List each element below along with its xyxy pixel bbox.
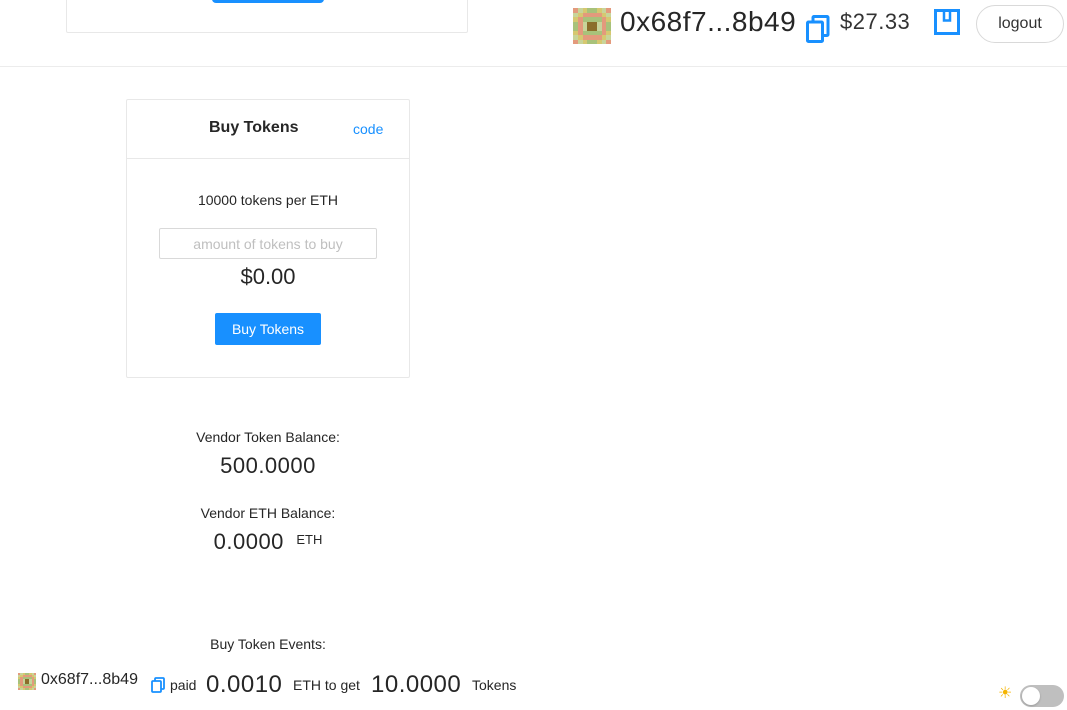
- account-address: 0x68f7...8b49: [620, 6, 797, 37]
- event-eth-amount: 0.0010: [206, 671, 283, 698]
- theme-toggle[interactable]: [1020, 685, 1064, 707]
- vendor-token-balance: 500.0000: [220, 453, 316, 478]
- account-balance: $27.33: [840, 9, 911, 34]
- event-avatar: [18, 673, 36, 690]
- event-token-amount: 10.0000: [371, 671, 462, 698]
- buy-tokens-button[interactable]: Buy Tokens: [215, 313, 321, 345]
- tokens-amount-input[interactable]: [159, 228, 377, 259]
- previous-card: [66, 0, 468, 33]
- vendor-token-balance-label: Vendor Token Balance:: [196, 429, 340, 445]
- events-title: Buy Token Events:: [210, 636, 326, 652]
- vendor-eth-balance-row: 0.0000 ETH: [126, 529, 410, 555]
- copy-icon[interactable]: [806, 15, 830, 43]
- buy-tokens-card: Buy Tokens code 10000 tokens per ETH $0.…: [126, 99, 410, 378]
- vendor-eth-unit: ETH: [296, 532, 323, 547]
- event-token-label: Tokens: [472, 677, 517, 693]
- header-divider: [0, 66, 1067, 67]
- copy-icon[interactable]: [151, 677, 165, 693]
- card-title: Buy Tokens: [209, 119, 299, 136]
- event-paid-label: paid: [170, 677, 197, 693]
- wallet-icon[interactable]: [934, 9, 960, 35]
- code-link[interactable]: code: [353, 121, 383, 137]
- previous-card-button[interactable]: [212, 0, 324, 3]
- usd-value: $0.00: [240, 264, 296, 289]
- event-eth-label: ETH to get: [293, 677, 360, 693]
- event-address: 0x68f7...8b49: [41, 671, 138, 688]
- vendor-eth-balance: 0.0000: [213, 529, 284, 554]
- toggle-knob[interactable]: [1022, 687, 1040, 705]
- avatar: [573, 8, 611, 44]
- logout-button[interactable]: logout: [976, 5, 1064, 43]
- vendor-eth-balance-label: Vendor ETH Balance:: [200, 505, 336, 521]
- token-rate: 10000 tokens per ETH: [197, 192, 339, 208]
- sun-icon: ☀: [998, 685, 1013, 702]
